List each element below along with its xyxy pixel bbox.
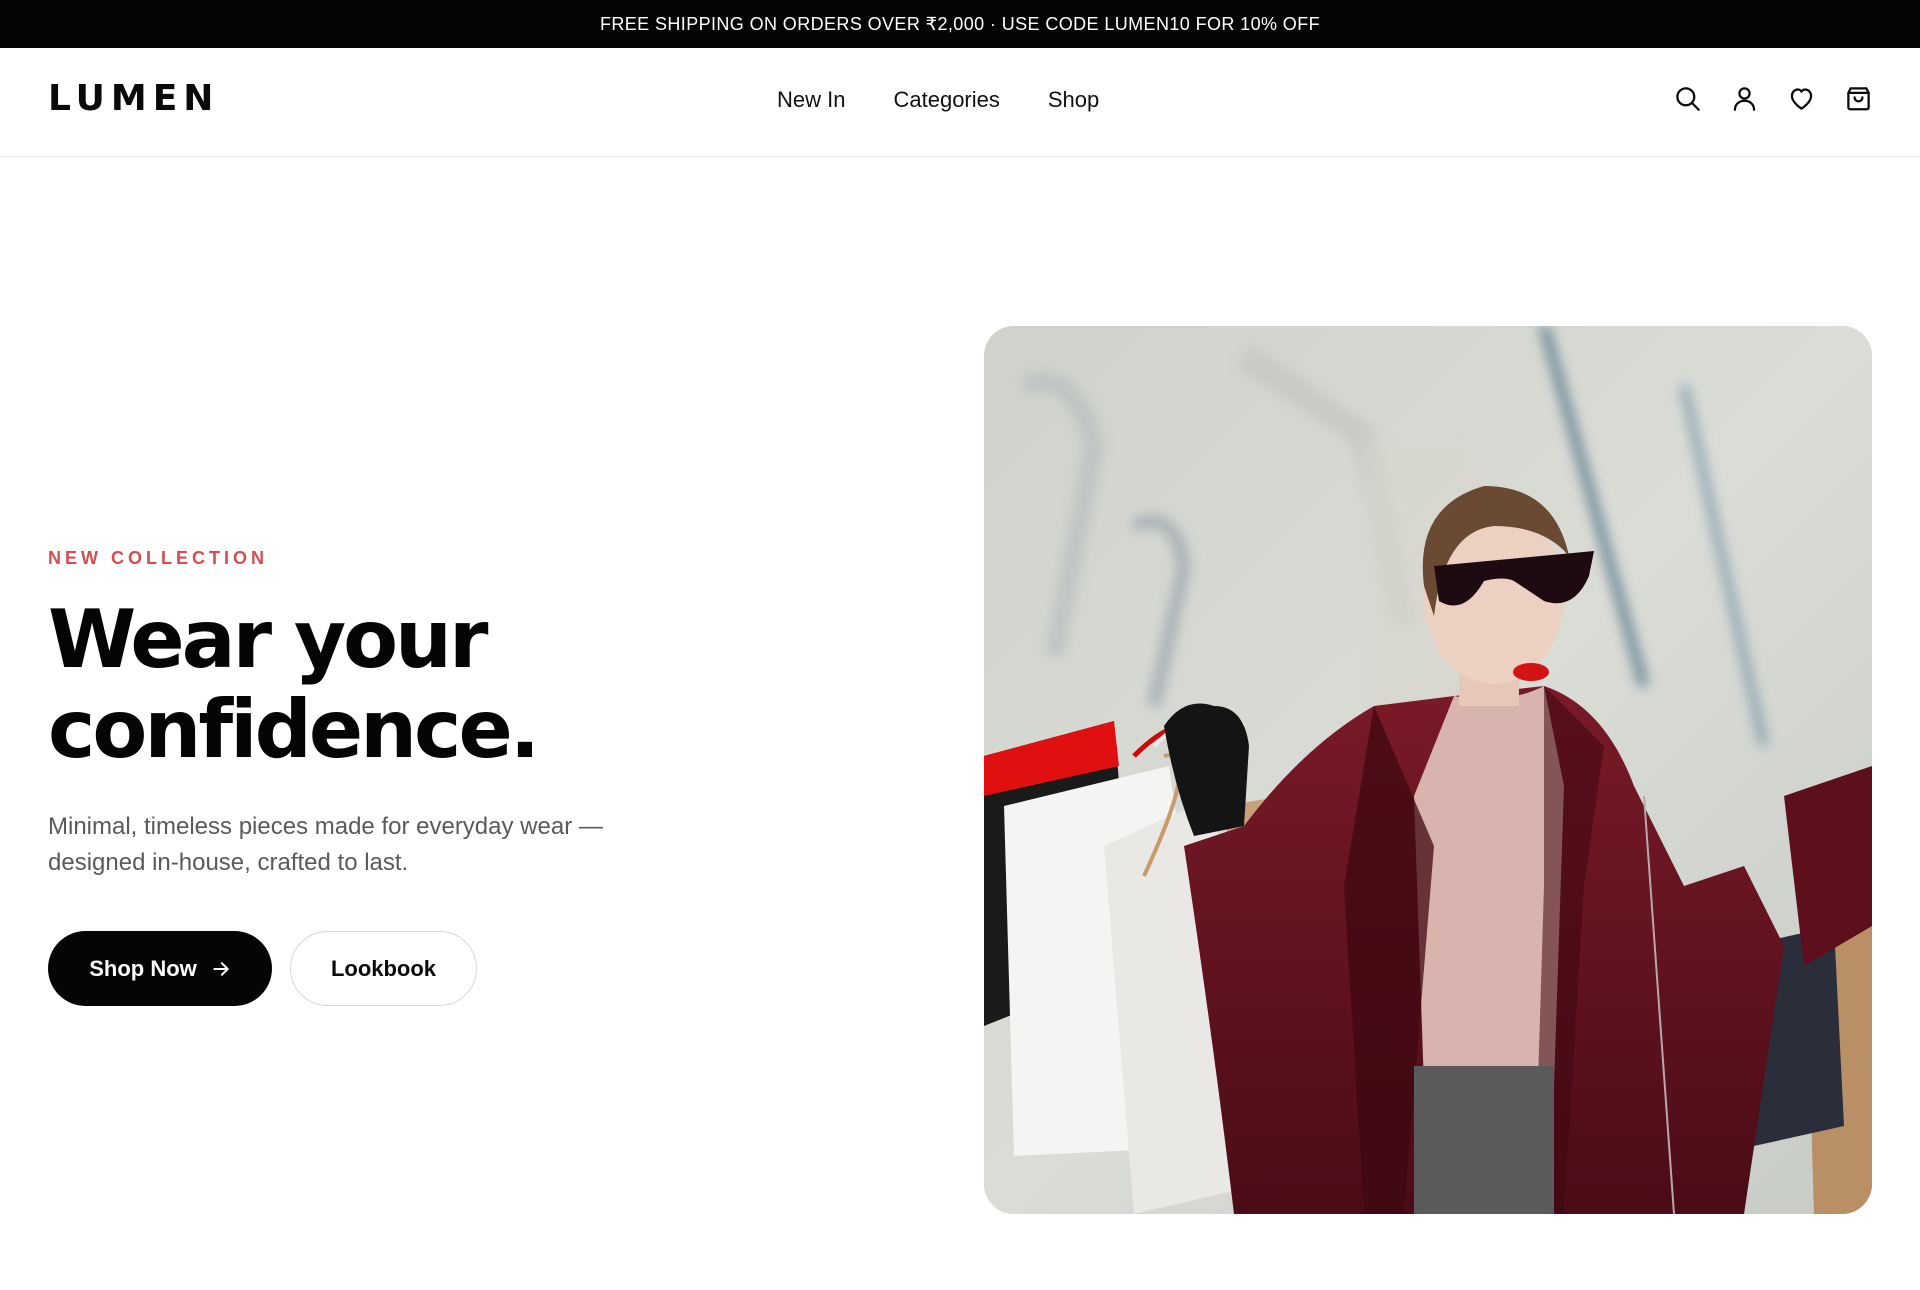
cart-icon[interactable] xyxy=(1845,85,1872,112)
header-actions xyxy=(1674,85,1872,112)
site-header: LUMEN New In Categories Shop xyxy=(0,48,1920,157)
hero-content: NEW COLLECTION Wear your confidence. Min… xyxy=(48,548,748,1006)
hero-photo-illustration xyxy=(984,326,1872,1214)
announcement-bar: FREE SHIPPING ON ORDERS OVER ₹2,000 · US… xyxy=(0,0,1920,48)
nav-item-shop[interactable]: Shop xyxy=(1048,87,1099,113)
lookbook-button[interactable]: Lookbook xyxy=(290,931,477,1006)
hero-headline-line-1: Wear your xyxy=(48,593,488,686)
hero-headline-line-2: confidence. xyxy=(48,683,540,776)
hero-cta-group: Shop Now Lookbook xyxy=(48,931,748,1006)
lookbook-label: Lookbook xyxy=(330,955,437,981)
nav-item-new-in[interactable]: New In xyxy=(777,87,845,113)
hero-headline: Wear your confidence. xyxy=(48,595,748,775)
shop-now-button[interactable]: Shop Now xyxy=(48,931,272,1006)
hero-eyebrow: NEW COLLECTION xyxy=(48,548,268,568)
shop-now-label: Shop Now xyxy=(89,955,197,981)
nav-item-categories[interactable]: Categories xyxy=(893,87,999,113)
wishlist-icon[interactable] xyxy=(1788,85,1815,112)
account-icon[interactable] xyxy=(1731,85,1758,112)
hero-subtext: Minimal, timeless pieces made for everyd… xyxy=(48,813,603,876)
announcement-text: FREE SHIPPING ON ORDERS OVER ₹2,000 · US… xyxy=(599,13,1320,34)
hero-image xyxy=(984,326,1872,1214)
arrow-right-icon xyxy=(213,961,229,976)
main-nav: New In Categories Shop xyxy=(777,87,1099,113)
brand-logo[interactable]: LUMEN xyxy=(48,78,219,119)
search-icon[interactable] xyxy=(1674,85,1701,112)
